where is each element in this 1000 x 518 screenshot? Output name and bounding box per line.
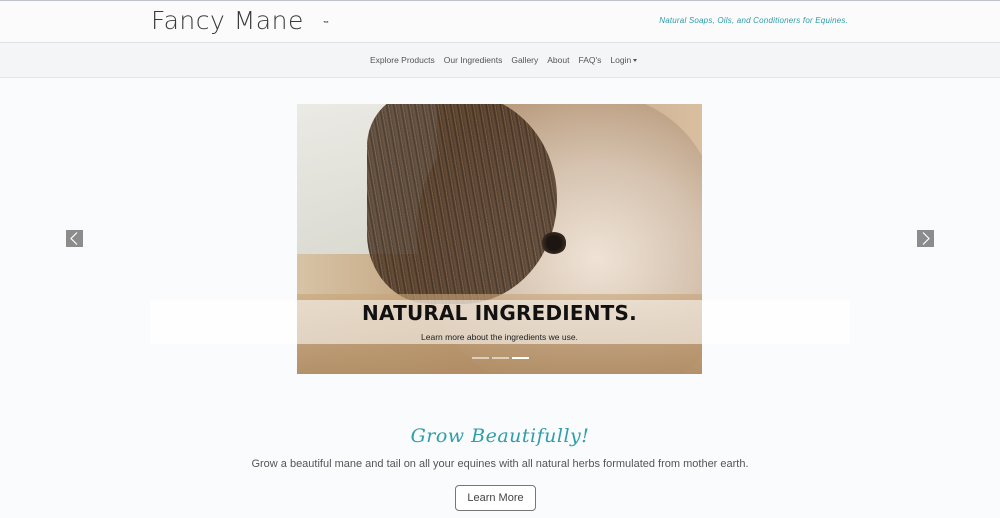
site-tagline: Natural Soaps, Oils, and Conditioners fo… [659, 16, 848, 25]
main-navbar: Explore Products Our Ingredients Gallery… [0, 43, 1000, 78]
carousel-indicator-1[interactable] [472, 357, 489, 359]
carousel-caption-text: Learn more about the ingredients we use. [421, 332, 578, 342]
chevron-right-icon [922, 232, 930, 245]
learn-more-button[interactable]: Learn More [455, 485, 536, 511]
carousel-indicators [472, 357, 529, 359]
trademark-symbol: ™ [323, 21, 329, 27]
nav-explore-products[interactable]: Explore Products [370, 55, 435, 65]
nav-gallery[interactable]: Gallery [511, 55, 538, 65]
site-logo[interactable]: Fancy Mane [151, 6, 304, 35]
chevron-left-icon [70, 232, 78, 245]
section-heading: Grow Beautifully! [410, 425, 590, 447]
caret-down-icon [633, 59, 638, 63]
nav-about[interactable]: About [547, 55, 569, 65]
nav-login-label: Login [610, 55, 632, 65]
carousel-next-button[interactable] [917, 230, 934, 247]
site-header: Fancy Mane ™ Natural Soaps, Oils, and Co… [0, 1, 1000, 43]
nav-our-ingredients[interactable]: Our Ingredients [444, 55, 503, 65]
nav-faqs[interactable]: FAQ's [578, 55, 601, 65]
section-description: Grow a beautiful mane and tail on all yo… [251, 458, 749, 470]
nav-login-dropdown[interactable]: Login [610, 55, 638, 65]
carousel-indicator-2[interactable] [492, 357, 509, 359]
carousel-indicator-3[interactable] [512, 357, 529, 359]
carousel-caption-title: NATURAL INGREDIENTS. [362, 301, 637, 325]
nav-menu: Explore Products Our Ingredients Gallery… [370, 55, 646, 65]
carousel-prev-button[interactable] [66, 230, 83, 247]
